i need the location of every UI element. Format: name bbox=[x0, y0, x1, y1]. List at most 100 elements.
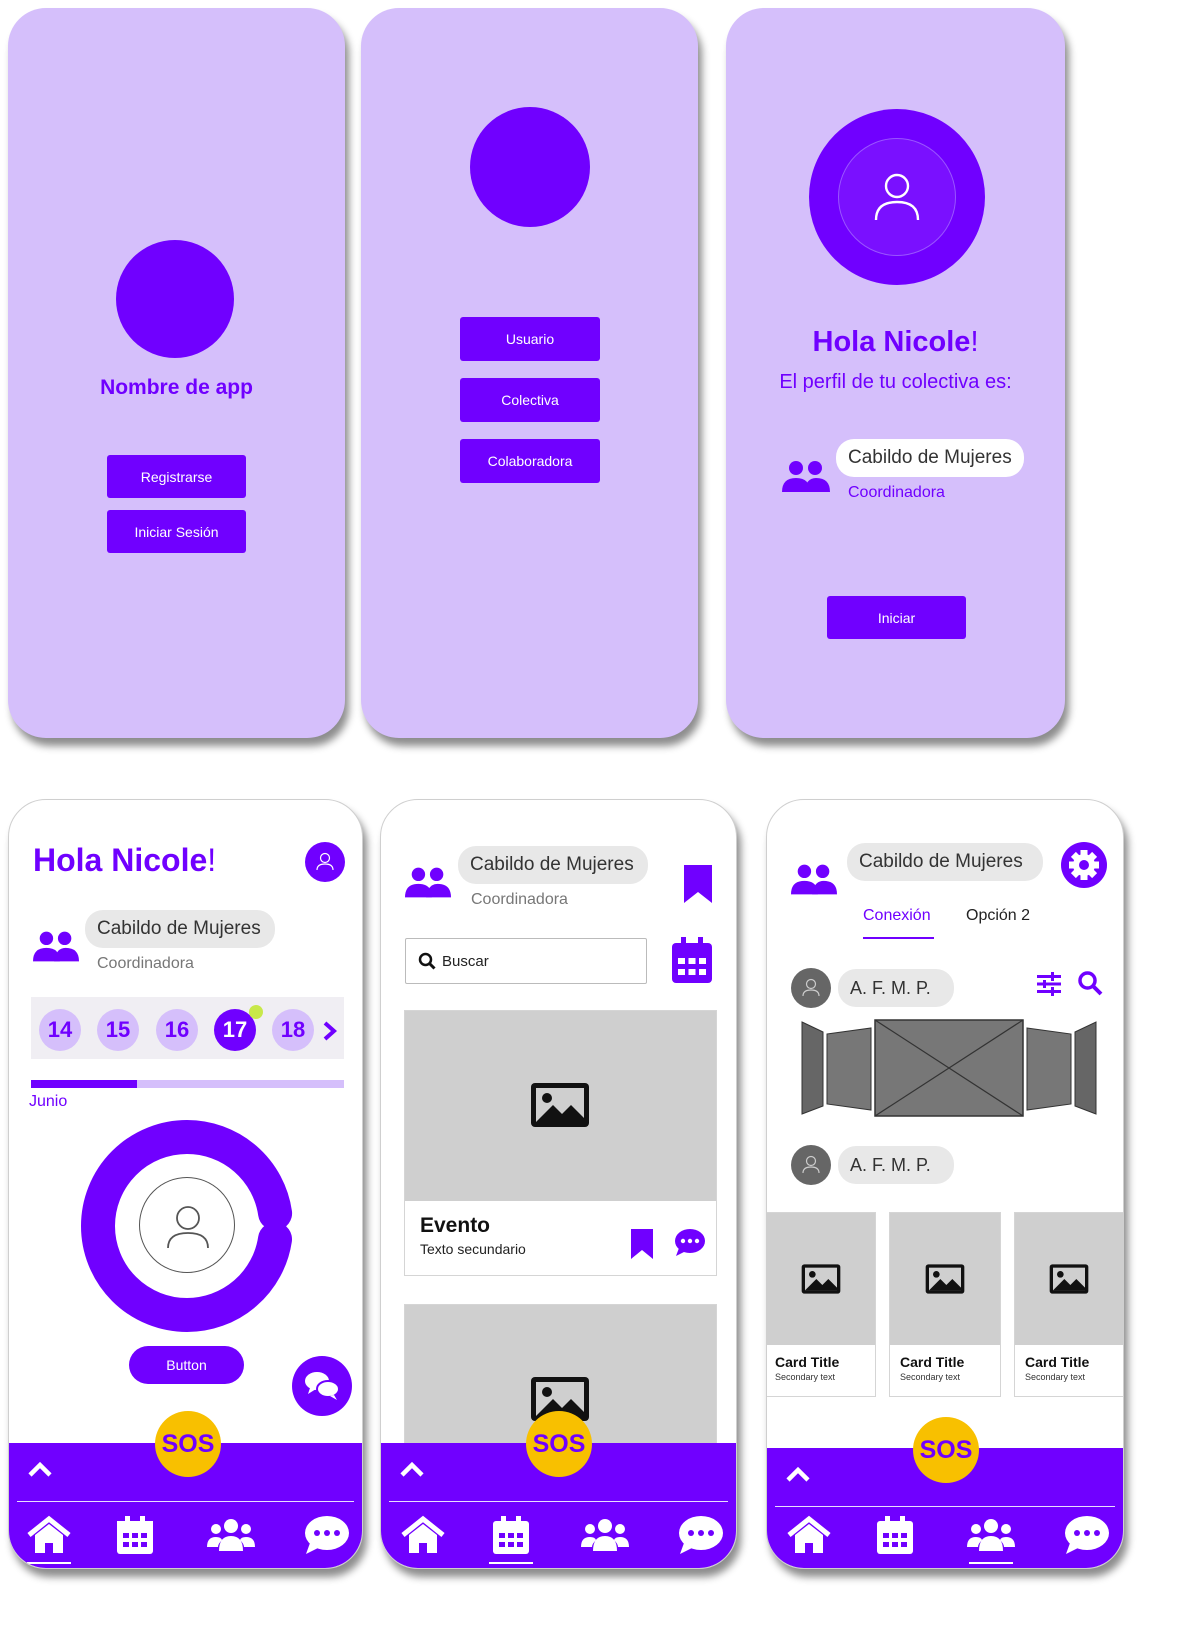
home-icon bbox=[787, 1515, 831, 1553]
image-icon bbox=[1049, 1264, 1089, 1294]
option-usuario-button[interactable]: Usuario bbox=[460, 317, 600, 361]
month-progress-fill bbox=[31, 1080, 138, 1088]
option-colaboradora-button[interactable]: Colaboradora bbox=[460, 439, 600, 483]
role-select-screen: Usuario Colectiva Colaboradora bbox=[361, 8, 698, 738]
date-strip: 14 15 16 17 18 bbox=[31, 997, 344, 1059]
nav-divider bbox=[17, 1501, 354, 1502]
nav-community[interactable] bbox=[965, 1512, 1017, 1564]
image-icon bbox=[801, 1264, 841, 1294]
card-subtitle: Secondary text bbox=[1025, 1372, 1086, 1382]
bookmark-icon[interactable] bbox=[683, 864, 713, 904]
sos-button[interactable]: SOS bbox=[526, 1411, 592, 1477]
user-icon bbox=[874, 173, 920, 221]
collective-name-chip: Cabildo de Mujeres bbox=[847, 843, 1043, 881]
day-16[interactable]: 16 bbox=[156, 1009, 198, 1051]
search-field[interactable]: Buscar bbox=[405, 938, 647, 984]
welcome-profile-screen: Hola Nicole! El perfil de tu colectiva e… bbox=[726, 8, 1065, 738]
chat-fab[interactable] bbox=[292, 1356, 352, 1416]
month-progress-track bbox=[31, 1080, 344, 1088]
image-icon bbox=[925, 1264, 965, 1294]
chat-icon bbox=[1065, 1516, 1109, 1554]
settings-button[interactable] bbox=[1061, 842, 1107, 888]
chevron-up-icon[interactable] bbox=[25, 1459, 55, 1479]
card-image bbox=[1015, 1213, 1123, 1345]
calendar-icon[interactable] bbox=[671, 936, 713, 984]
month-label: Junio bbox=[29, 1093, 68, 1110]
collective-name-chip: Cabildo de Mujeres bbox=[85, 910, 275, 948]
events-screen: Cabildo de Mujeres Coordinadora Buscar E… bbox=[380, 799, 737, 1569]
option-colectiva-button[interactable]: Colectiva bbox=[460, 378, 600, 422]
search-placeholder: Buscar bbox=[442, 952, 489, 970]
day-14[interactable]: 14 bbox=[39, 1009, 81, 1051]
nav-divider bbox=[775, 1506, 1115, 1507]
role-label: Coordinadora bbox=[848, 484, 945, 501]
calendar-icon bbox=[877, 1516, 913, 1554]
event-card[interactable]: Evento Texto secundario bbox=[404, 1010, 717, 1276]
login-button[interactable]: Iniciar Sesión bbox=[107, 510, 246, 553]
card-subtitle: Secondary text bbox=[900, 1372, 961, 1382]
event-subtitle: Texto secundario bbox=[420, 1241, 526, 1257]
nav-home[interactable] bbox=[397, 1512, 449, 1558]
content-card[interactable]: Card Title Secondary text bbox=[1014, 1212, 1123, 1397]
chevron-right-icon[interactable] bbox=[323, 1021, 337, 1041]
avatar-placeholder bbox=[139, 1177, 235, 1273]
app-logo bbox=[470, 107, 590, 227]
search-icon bbox=[418, 952, 436, 970]
nav-community[interactable] bbox=[579, 1512, 631, 1558]
comment-icon[interactable] bbox=[673, 1228, 707, 1258]
media-carousel[interactable] bbox=[801, 1018, 1097, 1118]
nav-chat[interactable] bbox=[301, 1512, 353, 1558]
nav-community[interactable] bbox=[205, 1512, 257, 1558]
sos-button[interactable]: SOS bbox=[913, 1417, 979, 1483]
role-label: Coordinadora bbox=[97, 955, 194, 972]
start-button[interactable]: Iniciar bbox=[827, 596, 966, 639]
tab-active-underline bbox=[863, 937, 934, 939]
search-icon[interactable] bbox=[1077, 970, 1103, 996]
home-icon bbox=[401, 1515, 445, 1553]
day-18[interactable]: 18 bbox=[272, 1009, 314, 1051]
chevron-up-icon[interactable] bbox=[783, 1464, 813, 1484]
app-logo bbox=[116, 240, 234, 358]
register-button[interactable]: Registrarse bbox=[107, 455, 246, 498]
people-icon bbox=[782, 461, 830, 492]
calendar-icon bbox=[493, 1516, 529, 1554]
card-subtitle: Secondary text bbox=[775, 1372, 836, 1382]
nav-chat[interactable] bbox=[675, 1512, 727, 1558]
gear-icon bbox=[1069, 850, 1099, 880]
chat-icon bbox=[305, 1516, 349, 1554]
chevron-up-icon[interactable] bbox=[397, 1459, 427, 1479]
tab-conexion[interactable]: Conexión bbox=[863, 907, 931, 925]
nav-calendar[interactable] bbox=[869, 1512, 921, 1558]
role-label: Coordinadora bbox=[471, 891, 568, 908]
event-title: Evento bbox=[420, 1214, 491, 1237]
content-card[interactable]: Card Title Secondary text bbox=[767, 1212, 876, 1397]
avatar[interactable] bbox=[305, 842, 345, 882]
user-icon bbox=[802, 978, 820, 997]
user-avatar bbox=[791, 1145, 831, 1185]
image-icon bbox=[531, 1083, 589, 1127]
nav-home[interactable] bbox=[23, 1512, 75, 1564]
bookmark-icon[interactable] bbox=[630, 1228, 654, 1260]
nav-chat[interactable] bbox=[1061, 1512, 1113, 1558]
splash-screen: Nombre de app Registrarse Iniciar Sesión bbox=[8, 8, 345, 738]
collective-name-chip: Cabildo de Mujeres bbox=[458, 846, 648, 884]
tab-opcion-2[interactable]: Opción 2 bbox=[966, 907, 1030, 925]
nav-calendar[interactable] bbox=[109, 1512, 161, 1558]
filter-icon[interactable] bbox=[1035, 972, 1063, 996]
people-icon bbox=[967, 1519, 1015, 1551]
collective-name-chip: Cabildo de Mujeres bbox=[836, 439, 1024, 477]
people-icon bbox=[405, 867, 451, 898]
calendar-icon bbox=[117, 1516, 153, 1554]
user-icon bbox=[802, 1155, 820, 1174]
card-image bbox=[767, 1213, 875, 1345]
content-card[interactable]: Card Title Secondary text bbox=[889, 1212, 1001, 1397]
main-button[interactable]: Button bbox=[129, 1346, 244, 1384]
greeting-title: Hola Nicole! bbox=[812, 326, 979, 358]
event-dot bbox=[249, 1005, 263, 1019]
nav-home[interactable] bbox=[783, 1512, 835, 1558]
nav-calendar[interactable] bbox=[485, 1512, 537, 1564]
sos-button[interactable]: SOS bbox=[155, 1411, 221, 1477]
day-15[interactable]: 15 bbox=[97, 1009, 139, 1051]
people-icon bbox=[207, 1519, 255, 1551]
user-name-chip: A. F. M. P. bbox=[838, 969, 954, 1007]
